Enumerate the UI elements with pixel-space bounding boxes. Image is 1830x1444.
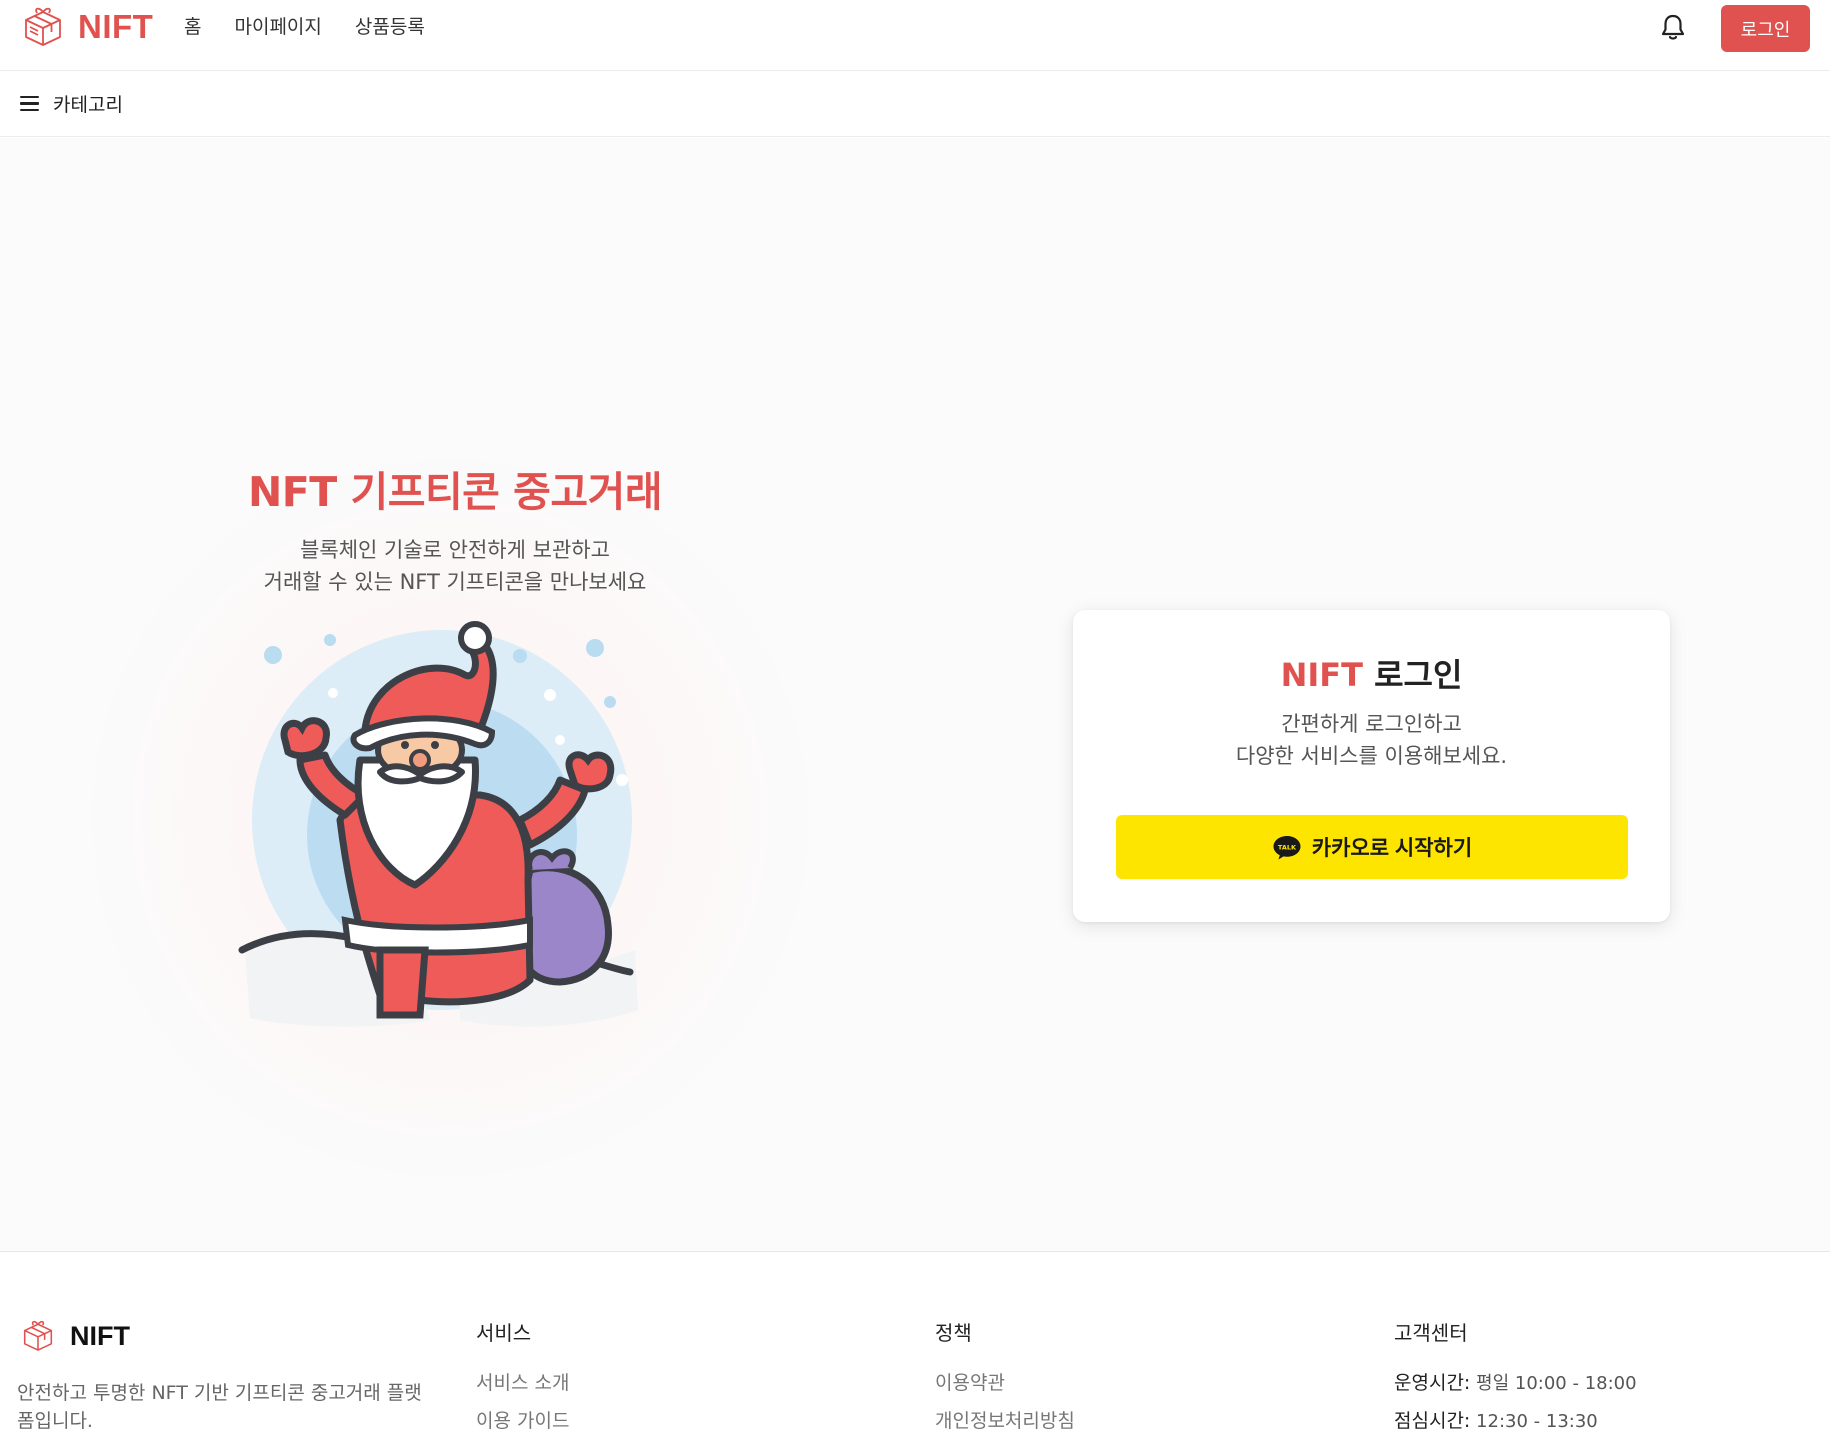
login-card-title-brand: NIFT xyxy=(1280,656,1363,694)
category-bar: 카테고리 xyxy=(0,72,1830,137)
login-card-title: NIFT 로그인 xyxy=(1073,650,1670,696)
hero-subtitle: 블록체인 기술로 안전하게 보관하고 거래할 수 있는 NFT 기프티콘을 만나… xyxy=(140,534,770,598)
login-card-title-text: 로그인 xyxy=(1362,656,1463,694)
operating-hours-label: 운영시간: xyxy=(1394,1372,1471,1394)
logo[interactable]: NIFT xyxy=(20,4,153,50)
main-nav: 홈 마이페이지 상품등록 xyxy=(184,12,425,39)
lunch-hours-value: 12:30 - 13:30 xyxy=(1470,1411,1598,1432)
footer-column-support: 고객센터 운영시간: 평일 10:00 - 18:00 점심시간: 12:30 … xyxy=(1394,1317,1637,1444)
nav-home[interactable]: 홈 xyxy=(184,12,201,39)
lunch-hours: 점심시간: 12:30 - 13:30 xyxy=(1394,1406,1637,1433)
footer-column-policy: 정책 이용약관 개인정보처리방침 xyxy=(935,1317,1075,1444)
hero-subtitle-line1: 블록체인 기술로 안전하게 보관하고 xyxy=(300,538,610,562)
login-card-subtitle-line2: 다양한 서비스를 이용해보세요. xyxy=(1235,744,1508,768)
footer-column-title: 서비스 xyxy=(476,1321,532,1345)
footer-link-service-intro[interactable]: 서비스 소개 xyxy=(476,1368,569,1395)
bell-icon[interactable] xyxy=(1660,13,1686,41)
logo-text: NIFT xyxy=(78,8,154,45)
hero-title: NFT 기프티콘 중고거래 xyxy=(247,468,663,516)
nav-register-product[interactable]: 상품등록 xyxy=(355,12,425,39)
login-card-subtitle: 간편하게 로그인하고 다양한 서비스를 이용해보세요. xyxy=(1073,708,1670,772)
main-content: NFT 기프티콘 중고거래 블록체인 기술로 안전하게 보관하고 거래할 수 있… xyxy=(0,138,1830,1251)
footer-column-service: 서비스 서비스 소개 이용 가이드 xyxy=(476,1317,569,1444)
santa-snowglobe-illustration xyxy=(238,621,638,1027)
login-card: NIFT 로그인 간편하게 로그인하고 다양한 서비스를 이용해보세요. TAL… xyxy=(1073,610,1670,922)
footer-link-terms[interactable]: 이용약관 xyxy=(935,1368,1075,1395)
category-label: 카테고리 xyxy=(53,94,123,116)
kakao-talk-icon: TALK xyxy=(1273,836,1301,860)
footer-column-title: 정책 xyxy=(935,1321,972,1345)
hero-subtitle-line2: 거래할 수 있는 NFT 기프티콘을 만나보세요 xyxy=(263,570,647,594)
footer-column-title: 고객센터 xyxy=(1394,1321,1468,1345)
nav-mypage[interactable]: 마이페이지 xyxy=(234,12,321,39)
login-button[interactable]: 로그인 xyxy=(1721,5,1810,52)
gift-box-logo-icon xyxy=(23,1320,53,1351)
category-menu-button[interactable]: 카테고리 xyxy=(20,90,123,117)
hamburger-menu-icon xyxy=(20,95,39,112)
operating-hours: 운영시간: 평일 10:00 - 18:00 xyxy=(1394,1368,1637,1395)
footer-logo[interactable]: NIFT xyxy=(20,1318,130,1354)
footer-description: 안전하고 투명한 NFT 기반 기프티콘 중고거래 플랫폼입니다. xyxy=(17,1382,422,1432)
footer-link-usage-guide[interactable]: 이용 가이드 xyxy=(476,1406,569,1433)
footer-logo-text: NIFT xyxy=(70,1320,130,1351)
lunch-hours-label: 점심시간: xyxy=(1394,1410,1471,1432)
footer-link-privacy[interactable]: 개인정보처리방침 xyxy=(935,1406,1075,1433)
operating-hours-value: 평일 10:00 - 18:00 xyxy=(1470,1373,1637,1394)
kakao-login-button[interactable]: TALK 카카오로 시작하기 xyxy=(1116,815,1628,879)
footer: NIFT 안전하고 투명한 NFT 기반 기프티콘 중고거래 플랫폼입니다. 서… xyxy=(0,1251,1830,1444)
svg-text:TALK: TALK xyxy=(1278,844,1297,852)
top-header: NIFT 홈 마이페이지 상품등록 로그인 xyxy=(0,0,1830,71)
kakao-login-label: 카카오로 시작하기 xyxy=(1311,837,1473,860)
login-card-subtitle-line1: 간편하게 로그인하고 xyxy=(1281,712,1462,736)
gift-box-logo-icon xyxy=(25,7,61,46)
